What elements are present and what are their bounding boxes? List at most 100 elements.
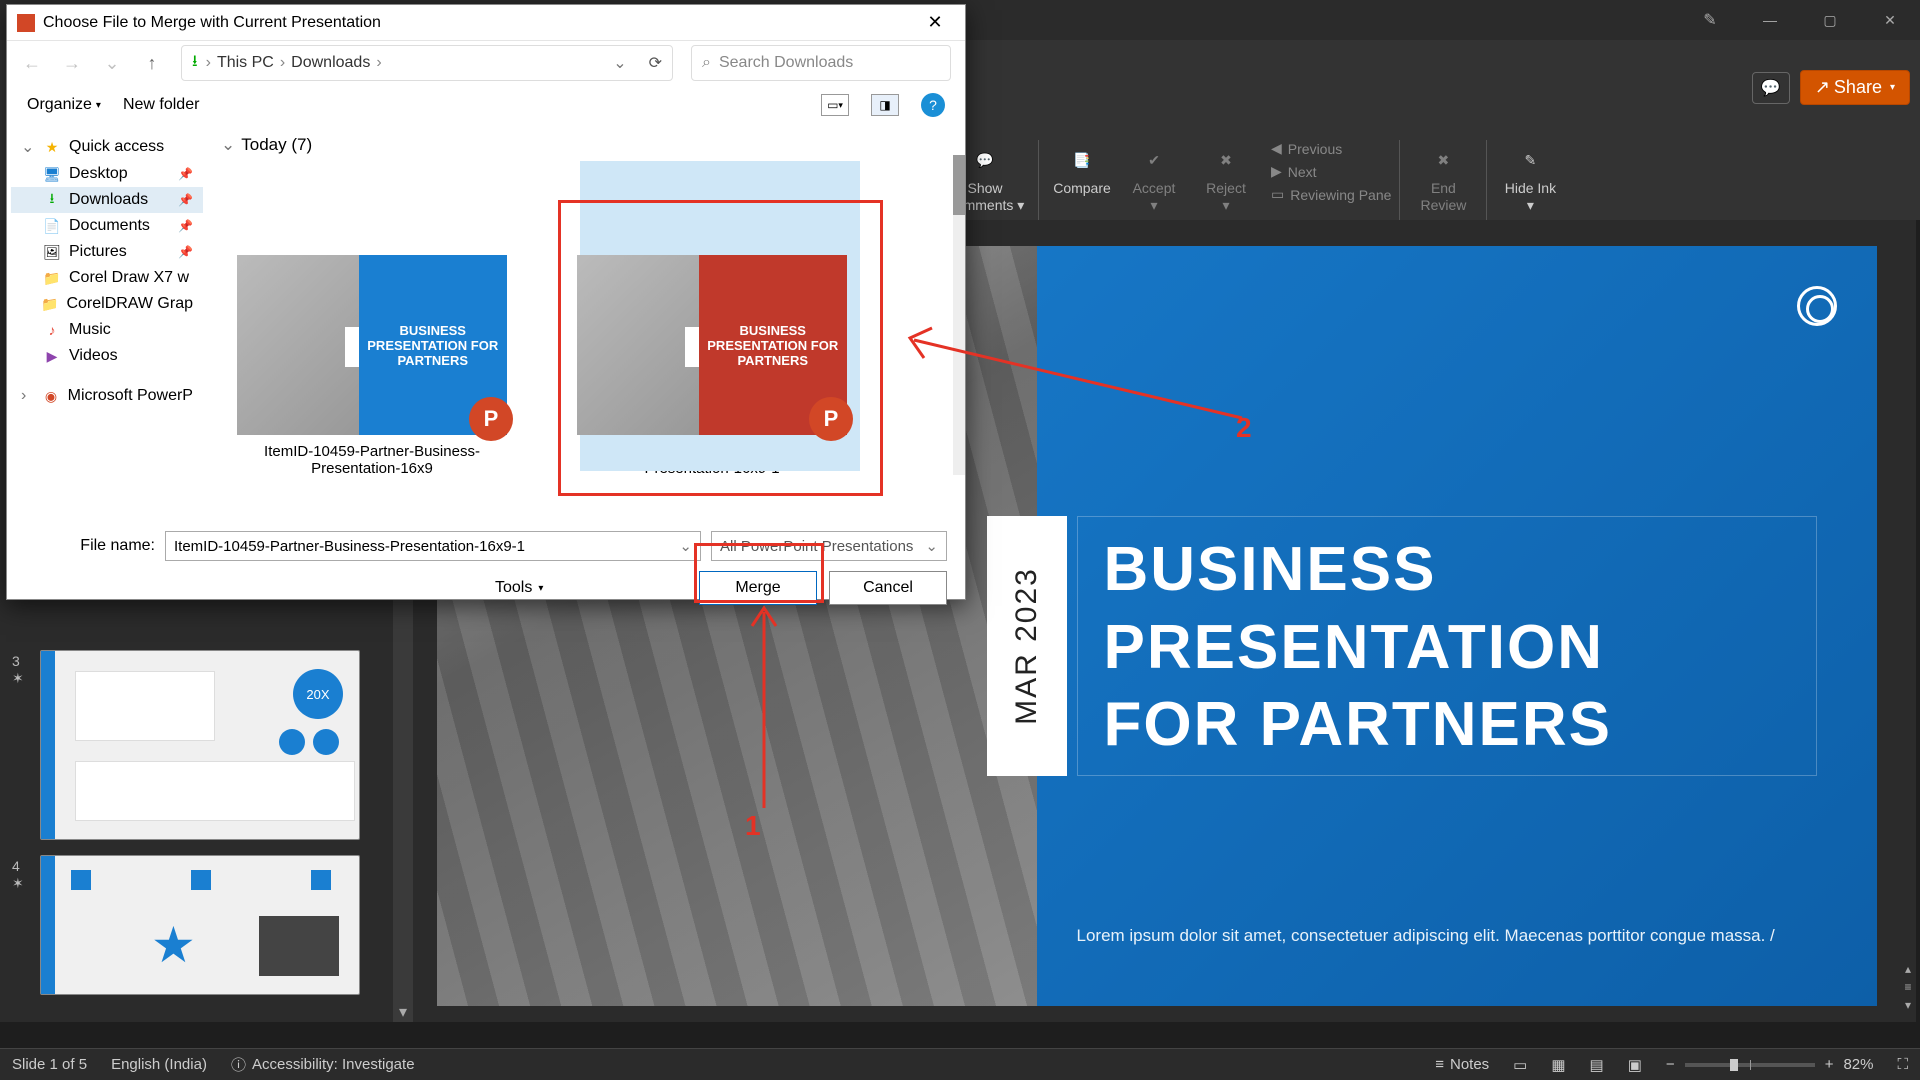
sidebar-item-pictures[interactable]: 🖼Pictures📌: [11, 239, 203, 265]
annotation-number-1: 1: [745, 810, 761, 842]
tools-menu[interactable]: Tools▾: [495, 579, 543, 597]
minimize-button[interactable]: —: [1750, 5, 1790, 35]
fit-to-window-button[interactable]: ⛶: [1897, 1056, 1908, 1073]
sidebar-item-corel-x7[interactable]: 📁Corel Draw X7 w: [11, 265, 203, 291]
nav-forward-button[interactable]: →: [61, 52, 83, 74]
slide-star-icon: ✶: [12, 875, 24, 892]
nav-up-button[interactable]: ↑: [141, 52, 163, 74]
scroll-down-icon[interactable]: ▾: [393, 1002, 413, 1022]
view-mode-button[interactable]: ▭ ▾: [821, 94, 849, 116]
sidebar-item-desktop[interactable]: 🖥Desktop📌: [11, 161, 203, 187]
videos-icon: ▶: [43, 347, 61, 365]
status-bar: Slide 1 of 5 English (India) ⓘAccessibil…: [0, 1048, 1920, 1080]
slideshow-button[interactable]: ▣: [1628, 1056, 1642, 1074]
zoom-in-button[interactable]: +: [1825, 1056, 1834, 1073]
zoom-slider[interactable]: [1685, 1063, 1815, 1067]
search-box[interactable]: ⌕ Search Downloads: [691, 45, 951, 81]
slide-number-4: 4: [12, 858, 20, 874]
scrollbar-thumb[interactable]: [953, 155, 965, 215]
folder-icon: 📁: [41, 295, 58, 313]
end-review-icon: ✖: [1427, 144, 1459, 176]
today-header[interactable]: ⌄Today (7): [217, 131, 955, 165]
end-review-button[interactable]: ✖ End Review: [1408, 140, 1478, 218]
reject-button[interactable]: ✖ Reject▾: [1191, 140, 1261, 218]
maximize-button[interactable]: ▢: [1810, 5, 1850, 35]
folder-icon: 📁: [43, 269, 61, 287]
sorter-view-button[interactable]: ▦: [1551, 1056, 1565, 1074]
desktop-icon: 🖥: [43, 165, 61, 183]
sidebar-item-corel-grap[interactable]: 📁CorelDRAW Grap: [11, 291, 203, 317]
sidebar-item-powerpoint[interactable]: ›◉Microsoft PowerP: [11, 383, 203, 409]
person-icon: ⓘ: [231, 1054, 246, 1075]
next-change-button[interactable]: ▶Next: [1271, 163, 1391, 180]
help-button[interactable]: ?: [921, 93, 945, 117]
accept-icon: ✔: [1138, 144, 1170, 176]
sidebar-item-music[interactable]: ♪Music: [11, 317, 203, 343]
slide-title-box[interactable]: BUSINESS PRESENTATION FOR PARTNERS: [1077, 516, 1817, 776]
cancel-button[interactable]: Cancel: [829, 571, 947, 605]
new-folder-button[interactable]: New folder: [123, 96, 199, 114]
sidebar-item-videos[interactable]: ▶Videos: [11, 343, 203, 369]
sidebar-item-downloads[interactable]: ⭳Downloads📌: [11, 187, 203, 213]
previous-change-button[interactable]: ◀Previous: [1271, 140, 1391, 157]
comments-icon: 💬: [969, 144, 1001, 176]
draw-mode-icon[interactable]: ✎: [1690, 5, 1730, 35]
documents-icon: 📄: [43, 217, 61, 235]
refresh-button[interactable]: ⟳: [649, 53, 662, 73]
share-button[interactable]: ↗Share▾: [1800, 70, 1910, 105]
path-dropdown-icon[interactable]: ⌄: [613, 53, 626, 73]
scroll-down-icon[interactable]: ▾: [1900, 998, 1916, 1012]
downloads-icon: ⭳: [43, 191, 61, 209]
slide-date-box: MAR 2023: [987, 516, 1067, 776]
organize-button[interactable]: Organize▾: [27, 96, 101, 114]
compare-button[interactable]: 📑 Compare: [1047, 140, 1117, 201]
quick-access-item[interactable]: ⌄★Quick access: [11, 133, 203, 161]
normal-view-button[interactable]: ▭: [1513, 1056, 1527, 1074]
review-nav-list: ◀Previous ▶Next ▭Reviewing Pane: [1271, 140, 1391, 203]
slide-logo-icon: [1797, 286, 1837, 326]
slide-number-3: 3: [12, 653, 20, 669]
slide-star-icon: ✶: [12, 670, 24, 687]
powerpoint-icon: ◉: [42, 387, 59, 405]
filename-field[interactable]: ItemID-10459-Partner-Business-Presentati…: [165, 531, 701, 561]
annotation-box-merge: [694, 543, 824, 603]
zoom-percent[interactable]: 82%: [1843, 1056, 1873, 1073]
nav-back-button[interactable]: ←: [21, 52, 43, 74]
pin-icon: 📌: [178, 219, 193, 233]
dialog-toolbar: Organize▾ New folder ▭ ▾ ◨ ?: [7, 85, 965, 125]
comments-button[interactable]: 💬: [1752, 72, 1790, 104]
pin-icon: 📌: [178, 245, 193, 259]
music-icon: ♪: [43, 321, 61, 339]
language-status[interactable]: English (India): [111, 1056, 207, 1073]
sidebar-item-documents[interactable]: 📄Documents📌: [11, 213, 203, 239]
slide-thumb-3[interactable]: 20X: [40, 650, 360, 840]
reviewing-pane-button[interactable]: ▭Reviewing Pane: [1271, 186, 1391, 203]
dialog-titlebar: Choose File to Merge with Current Presen…: [7, 5, 965, 41]
file-tile-0[interactable]: BUSINESS PRESENTATION FOR PARTNERS P Ite…: [237, 165, 507, 477]
scroll-up-icon[interactable]: ▴: [1900, 962, 1916, 976]
star-icon: ★: [43, 138, 61, 156]
accessibility-status[interactable]: ⓘAccessibility: Investigate: [231, 1054, 415, 1075]
preview-pane-button[interactable]: ◨: [871, 94, 899, 116]
zoom-out-button[interactable]: −: [1666, 1056, 1675, 1073]
zoom-control[interactable]: − + 82%: [1666, 1056, 1874, 1073]
nav-history-icon[interactable]: ⌄: [101, 52, 123, 74]
slide-thumb-4[interactable]: ★: [40, 855, 360, 995]
hide-ink-button[interactable]: ✎ Hide Ink▾: [1495, 140, 1565, 218]
files-scrollbar[interactable]: [953, 155, 965, 475]
accept-button[interactable]: ✔ Accept▾: [1119, 140, 1189, 218]
slide-position[interactable]: Slide 1 of 5: [12, 1056, 87, 1073]
reject-icon: ✖: [1210, 144, 1242, 176]
downloads-icon: ⭳: [192, 50, 198, 77]
breadcrumb-path[interactable]: ⭳ › This PC › Downloads › ⌄ ⟳: [181, 45, 673, 81]
filename-label: File name:: [25, 537, 155, 555]
slide-vscrollbar[interactable]: ▴≡▾: [1900, 220, 1916, 1022]
close-app-button[interactable]: ✕: [1870, 5, 1910, 35]
notes-button[interactable]: ≡Notes: [1435, 1056, 1489, 1073]
reading-view-button[interactable]: ▤: [1590, 1056, 1604, 1074]
search-icon: ⌕: [702, 54, 711, 72]
dialog-nav: ← → ⌄ ↑ ⭳ › This PC › Downloads › ⌄ ⟳ ⌕ …: [7, 41, 965, 85]
slide-subtitle[interactable]: Lorem ipsum dolor sit amet, consectetuer…: [1077, 926, 1817, 946]
annotation-number-2: 2: [1236, 412, 1252, 444]
dialog-close-button[interactable]: ✕: [915, 9, 955, 37]
